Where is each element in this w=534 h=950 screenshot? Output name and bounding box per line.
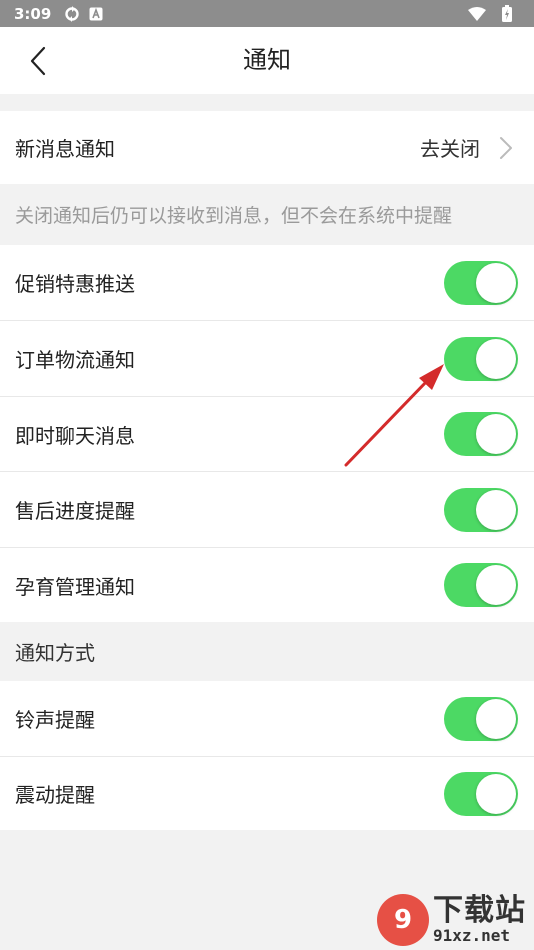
- chat-toggle[interactable]: [444, 412, 518, 456]
- toggle-row-label: 震动提醒: [15, 783, 95, 807]
- watermark: 9 下载站 91xz.net: [377, 894, 526, 946]
- status-time: 3:09: [14, 4, 52, 23]
- toggle-row-label: 促销特惠推送: [15, 272, 135, 296]
- toggle-row-promotion: 促销特惠推送: [0, 245, 534, 320]
- toggle-knob: [476, 565, 516, 605]
- ringtone-toggle[interactable]: [444, 696, 518, 741]
- toggle-knob: [476, 262, 516, 303]
- toggle-row-label: 订单物流通知: [15, 348, 135, 372]
- promotion-toggle[interactable]: [444, 260, 518, 305]
- nav-bar: 通知: [0, 27, 534, 94]
- wifi-icon: [468, 6, 486, 21]
- page-title: 通知: [243, 46, 291, 74]
- toggle-row-label: 售后进度提醒: [15, 499, 135, 523]
- toggle-row-after-sale: 售后进度提醒: [0, 472, 534, 547]
- toggle-knob: [476, 489, 516, 530]
- order-logistics-toggle[interactable]: [444, 336, 518, 381]
- toggle-knob: [476, 698, 516, 739]
- sync-icon: [63, 5, 81, 23]
- toggle-row-order-logistics: 订单物流通知: [0, 321, 534, 396]
- new-message-row[interactable]: 新消息通知 去关闭: [0, 111, 534, 184]
- toggle-row-pregnancy: 孕育管理通知: [0, 548, 534, 622]
- after-sale-toggle[interactable]: [444, 487, 518, 532]
- notification-hint: 关闭通知后仍可以接收到消息，但不会在系统中提醒: [15, 205, 453, 227]
- toggle-row-label: 铃声提醒: [15, 708, 95, 732]
- toggle-row-label: 即时聊天消息: [15, 423, 135, 448]
- toggle-knob: [476, 414, 516, 454]
- toggle-row-ringtone: 铃声提醒: [0, 681, 534, 756]
- toggle-row-chat: 即时聊天消息: [0, 397, 534, 471]
- toggle-knob: [476, 773, 516, 814]
- toggle-row-vibration: 震动提醒: [0, 757, 534, 830]
- toggle-knob: [476, 338, 516, 379]
- watermark-title: 下载站: [433, 893, 526, 928]
- watermark-logo-icon: 9: [377, 894, 429, 946]
- new-message-value[interactable]: 去关闭: [420, 133, 480, 162]
- toggle-row-label: 孕育管理通知: [15, 574, 135, 599]
- method-section-title: 通知方式: [15, 641, 95, 665]
- pregnancy-toggle[interactable]: [444, 563, 518, 607]
- a-box-icon: [89, 7, 103, 21]
- battery-icon: [502, 5, 512, 22]
- new-message-label: 新消息通知: [15, 137, 115, 161]
- chevron-right-icon: [496, 134, 516, 162]
- watermark-url: 91xz.net: [433, 926, 511, 945]
- status-bar: 3:09: [0, 0, 534, 27]
- vibration-toggle[interactable]: [444, 771, 518, 816]
